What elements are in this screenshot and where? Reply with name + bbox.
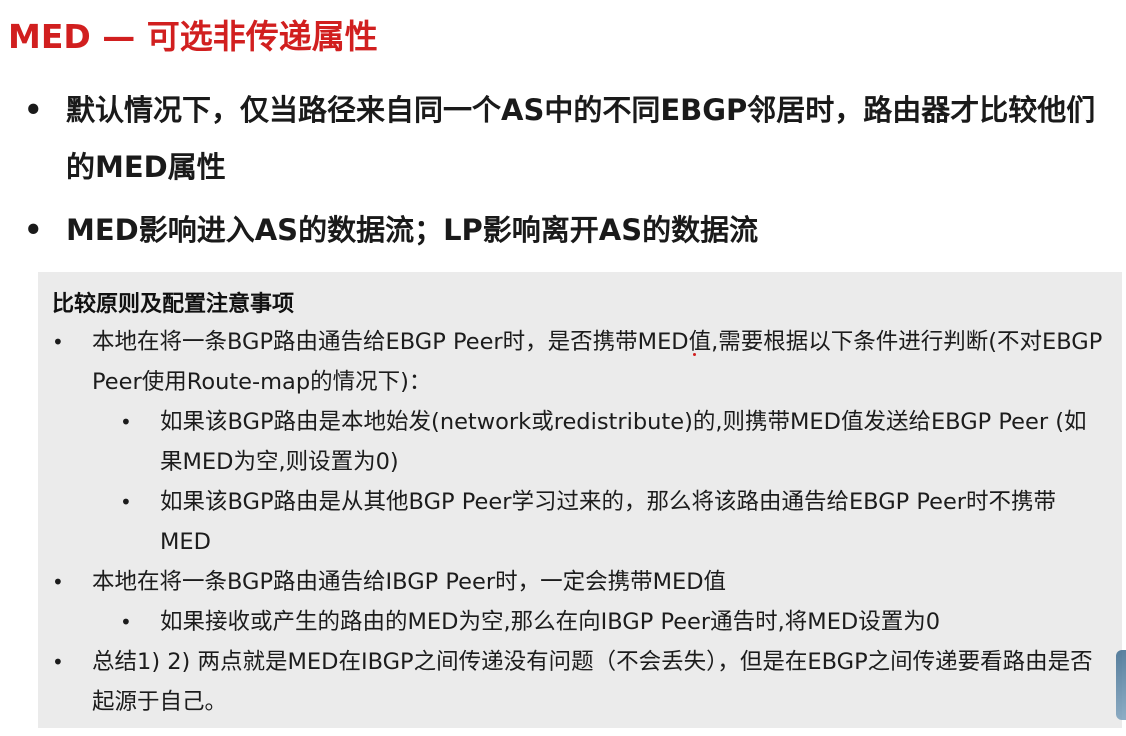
bullet-icon: • — [120, 490, 132, 514]
list-item-text: 如果该BGP路由是本地始发(network或redistribute)的,则携带… — [160, 409, 1087, 475]
bullet-icon: • — [52, 570, 64, 594]
list-item: • 如果接收或产生的路由的MED为空,那么在向IBGP Peer通告时,将MED… — [38, 602, 1122, 642]
spellcheck-mark — [693, 353, 696, 356]
bullet-icon: • — [120, 410, 132, 434]
list-item: • 本地在将一条BGP路由通告给IBGP Peer时，一定会携带MED值 — [38, 562, 1122, 602]
list-item: • 如果该BGP路由是本地始发(network或redistribute)的,则… — [38, 402, 1122, 482]
slide-title: MED — 可选非传递属性 — [8, 17, 378, 56]
notes-list: • 本地在将一条BGP路由通告给EBGP Peer时，是否携带MED值,需要根据… — [38, 322, 1122, 722]
notes-box: 比较原则及配置注意事项 • 本地在将一条BGP路由通告给EBGP Peer时，是… — [38, 272, 1122, 728]
bullet-icon: • — [52, 650, 64, 674]
bullet-icon: • — [120, 610, 132, 634]
main-bullet-list: • 默认情况下，仅当路径来自同一个AS中的不同EBGP邻居时，路由器才比较他们的… — [24, 82, 1114, 265]
bullet-icon: • — [52, 330, 64, 354]
list-item: • 总结1) 2) 两点就是MED在IBGP之间传递没有问题（不会丢失），但是在… — [38, 642, 1122, 722]
edge-decoration — [1116, 650, 1126, 720]
main-bullet-text: 默认情况下，仅当路径来自同一个AS中的不同EBGP邻居时，路由器才比较他们的ME… — [66, 93, 1096, 184]
notes-box-title: 比较原则及配置注意事项 — [52, 292, 295, 317]
list-item-text: 如果该BGP路由是从其他BGP Peer学习过来的，那么将该路由通告给EBGP … — [160, 489, 1057, 555]
list-item-text: 如果接收或产生的路由的MED为空,那么在向IBGP Peer通告时,将MED设置… — [160, 609, 941, 635]
main-bullet-item: • MED影响进入AS的数据流；LP影响离开AS的数据流 — [24, 202, 1114, 259]
bullet-icon: • — [24, 213, 43, 247]
bullet-icon: • — [24, 93, 43, 127]
list-item: • 如果该BGP路由是从其他BGP Peer学习过来的，那么将该路由通告给EBG… — [38, 482, 1122, 562]
list-item-text: 本地在将一条BGP路由通告给EBGP Peer时，是否携带MED值,需要根据以下… — [92, 329, 1103, 395]
list-item-text: 本地在将一条BGP路由通告给IBGP Peer时，一定会携带MED值 — [92, 569, 727, 595]
list-item-text: 总结1) 2) 两点就是MED在IBGP之间传递没有问题（不会丢失），但是在EB… — [92, 649, 1093, 715]
list-item: • 本地在将一条BGP路由通告给EBGP Peer时，是否携带MED值,需要根据… — [38, 322, 1122, 402]
main-bullet-text: MED影响进入AS的数据流；LP影响离开AS的数据流 — [66, 213, 759, 247]
main-bullet-item: • 默认情况下，仅当路径来自同一个AS中的不同EBGP邻居时，路由器才比较他们的… — [24, 82, 1114, 196]
